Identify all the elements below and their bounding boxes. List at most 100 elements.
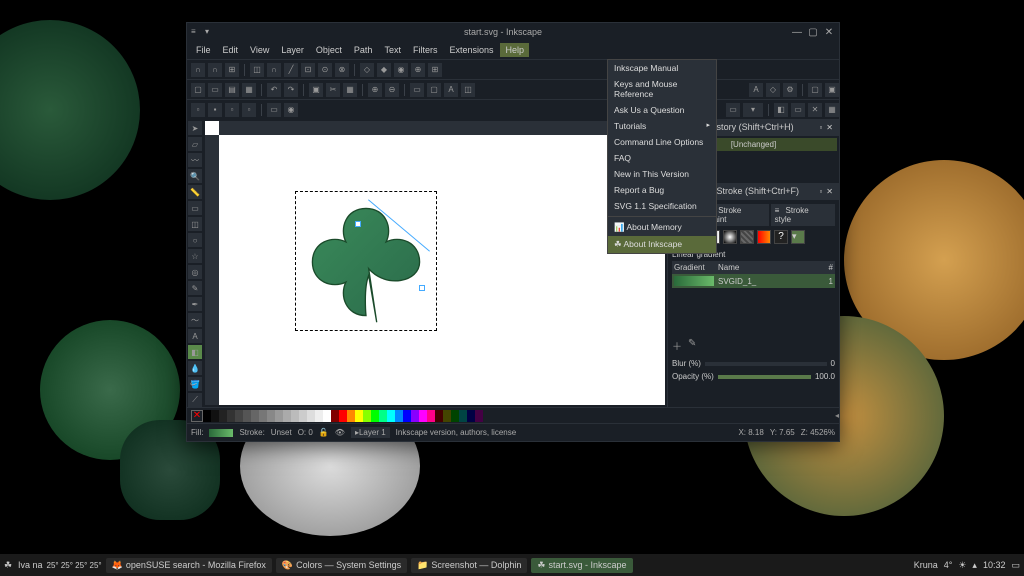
- snap-btn[interactable]: ◫: [250, 63, 264, 77]
- palette-color[interactable]: [203, 410, 211, 422]
- titlebar[interactable]: ≡ ▾ start.svg - Inkscape — ▢ ✕: [187, 23, 839, 41]
- gradient-tool[interactable]: ◧: [188, 345, 202, 359]
- taskbar-item-firefox[interactable]: 🦊openSUSE search - Mozilla Firefox: [106, 558, 272, 573]
- tray-user[interactable]: Kruna: [914, 560, 938, 570]
- help-svg-spec[interactable]: SVG 1.1 Specification: [608, 198, 716, 214]
- grad-radial-btn[interactable]: ◉: [284, 103, 298, 117]
- maximize-icon[interactable]: ▢: [807, 27, 819, 38]
- grad-btn[interactable]: ▭: [726, 103, 740, 117]
- redo-btn[interactable]: ↷: [284, 83, 298, 97]
- close-icon[interactable]: ✕: [823, 27, 835, 38]
- zoom-tool[interactable]: 🔍: [188, 169, 202, 183]
- star-tool[interactable]: ☆: [188, 249, 202, 263]
- zoom-label[interactable]: Z: 4526%: [801, 428, 835, 437]
- text-tool[interactable]: A: [188, 329, 202, 343]
- palette-color[interactable]: [363, 410, 371, 422]
- palette-color[interactable]: [347, 410, 355, 422]
- cut-btn[interactable]: ✂: [326, 83, 340, 97]
- align-btn[interactable]: A: [749, 83, 763, 97]
- menu-view[interactable]: View: [245, 43, 274, 57]
- palette-color[interactable]: [459, 410, 467, 422]
- snap-btn[interactable]: ⊕: [411, 63, 425, 77]
- menu-icon[interactable]: ≡: [191, 27, 201, 37]
- menu-file[interactable]: File: [191, 43, 216, 57]
- close-panel-icon[interactable]: ✕: [826, 187, 833, 196]
- palette-color[interactable]: [307, 410, 315, 422]
- unknown-btn[interactable]: ?: [774, 230, 788, 244]
- palette-color[interactable]: [267, 410, 275, 422]
- help-new[interactable]: New in This Version: [608, 166, 716, 182]
- help-tutorials[interactable]: Tutorials▸: [608, 118, 716, 134]
- doc-btn[interactable]: ▣: [825, 83, 839, 97]
- palette-menu-icon[interactable]: ◂: [835, 411, 839, 420]
- node-btn[interactable]: ▫: [191, 103, 205, 117]
- palette-color[interactable]: [259, 410, 267, 422]
- pin-icon[interactable]: ▾: [205, 27, 215, 37]
- snap-btn[interactable]: ∩: [208, 63, 222, 77]
- grad-btn[interactable]: ▦: [825, 103, 839, 117]
- tool-btn[interactable]: A: [444, 83, 458, 97]
- close-panel-icon[interactable]: ✕: [826, 123, 833, 132]
- swatch-btn[interactable]: [757, 230, 771, 244]
- xml-btn[interactable]: ◇: [766, 83, 780, 97]
- tool-btn[interactable]: ▢: [427, 83, 441, 97]
- dropper-tool[interactable]: 💧: [188, 361, 202, 375]
- menu-help[interactable]: Help: [500, 43, 529, 57]
- palette-color[interactable]: [411, 410, 419, 422]
- save-btn[interactable]: ▤: [225, 83, 239, 97]
- blur-value[interactable]: 0: [831, 359, 835, 368]
- palette-color[interactable]: [315, 410, 323, 422]
- taskbar-item-dolphin[interactable]: 📁Screenshot — Dolphin: [411, 558, 527, 573]
- blur-slider[interactable]: [705, 362, 827, 366]
- stroke-value[interactable]: Unset: [271, 428, 292, 437]
- snap-btn[interactable]: ╱: [284, 63, 298, 77]
- add-grad-icon[interactable]: ＋: [672, 338, 682, 353]
- print-btn[interactable]: ▦: [242, 83, 256, 97]
- palette-color[interactable]: [435, 410, 443, 422]
- help-memory[interactable]: 📊 About Memory: [608, 219, 716, 236]
- palette-color[interactable]: [227, 410, 235, 422]
- snap-btn[interactable]: ∩: [267, 63, 281, 77]
- help-cli[interactable]: Command Line Options: [608, 134, 716, 150]
- tweak-tool[interactable]: 〰: [188, 153, 202, 167]
- paint-bucket-tool[interactable]: 🪣: [188, 377, 202, 391]
- menu-extensions[interactable]: Extensions: [444, 43, 498, 57]
- grad-btn[interactable]: ◧: [774, 103, 788, 117]
- paste-btn[interactable]: ▦: [343, 83, 357, 97]
- snap-btn[interactable]: ◉: [394, 63, 408, 77]
- calligraphy-tool[interactable]: 〜: [188, 313, 202, 327]
- edit-grad-icon[interactable]: ✎: [688, 338, 696, 353]
- palette-none[interactable]: ✕: [191, 410, 203, 422]
- ruler-horizontal[interactable]: [219, 121, 665, 135]
- tool-btn[interactable]: ▭: [410, 83, 424, 97]
- palette-color[interactable]: [331, 410, 339, 422]
- connector-tool[interactable]: ⟋: [188, 393, 202, 407]
- palette-color[interactable]: [323, 410, 331, 422]
- selector-tool[interactable]: ➤: [188, 121, 202, 135]
- measure-tool[interactable]: 📏: [188, 185, 202, 199]
- menu-edit[interactable]: Edit: [218, 43, 244, 57]
- show-desktop-icon[interactable]: ▭: [1011, 560, 1020, 571]
- palette-color[interactable]: [283, 410, 291, 422]
- zoom-btn[interactable]: ⊖: [385, 83, 399, 97]
- pen-tool[interactable]: ✒: [188, 297, 202, 311]
- snap-btn[interactable]: ⊡: [301, 63, 315, 77]
- palette-color[interactable]: [403, 410, 411, 422]
- tray-expand-icon[interactable]: ▴: [972, 560, 977, 571]
- palette-color[interactable]: [427, 410, 435, 422]
- palette-color[interactable]: [291, 410, 299, 422]
- grad-btn[interactable]: ✕: [808, 103, 822, 117]
- weather-widget[interactable]: 25° 25° 25° 25°: [47, 561, 102, 570]
- grad-linear-btn[interactable]: ▭: [267, 103, 281, 117]
- prefs-btn[interactable]: ⚙: [783, 83, 797, 97]
- zoom-btn[interactable]: ⊕: [368, 83, 382, 97]
- taskbar-item-inkscape[interactable]: ☘start.svg - Inkscape: [531, 558, 632, 573]
- 3dbox-tool[interactable]: ◫: [188, 217, 202, 231]
- snap-btn[interactable]: ◇: [360, 63, 374, 77]
- taskbar-item-settings[interactable]: 🎨Colors — System Settings: [276, 558, 407, 573]
- opacity-label[interactable]: O: 0: [298, 428, 313, 437]
- clock[interactable]: 10:32: [983, 560, 1006, 570]
- palette-color[interactable]: [211, 410, 219, 422]
- new-btn[interactable]: ▢: [191, 83, 205, 97]
- gradient-handle-end[interactable]: [419, 285, 425, 291]
